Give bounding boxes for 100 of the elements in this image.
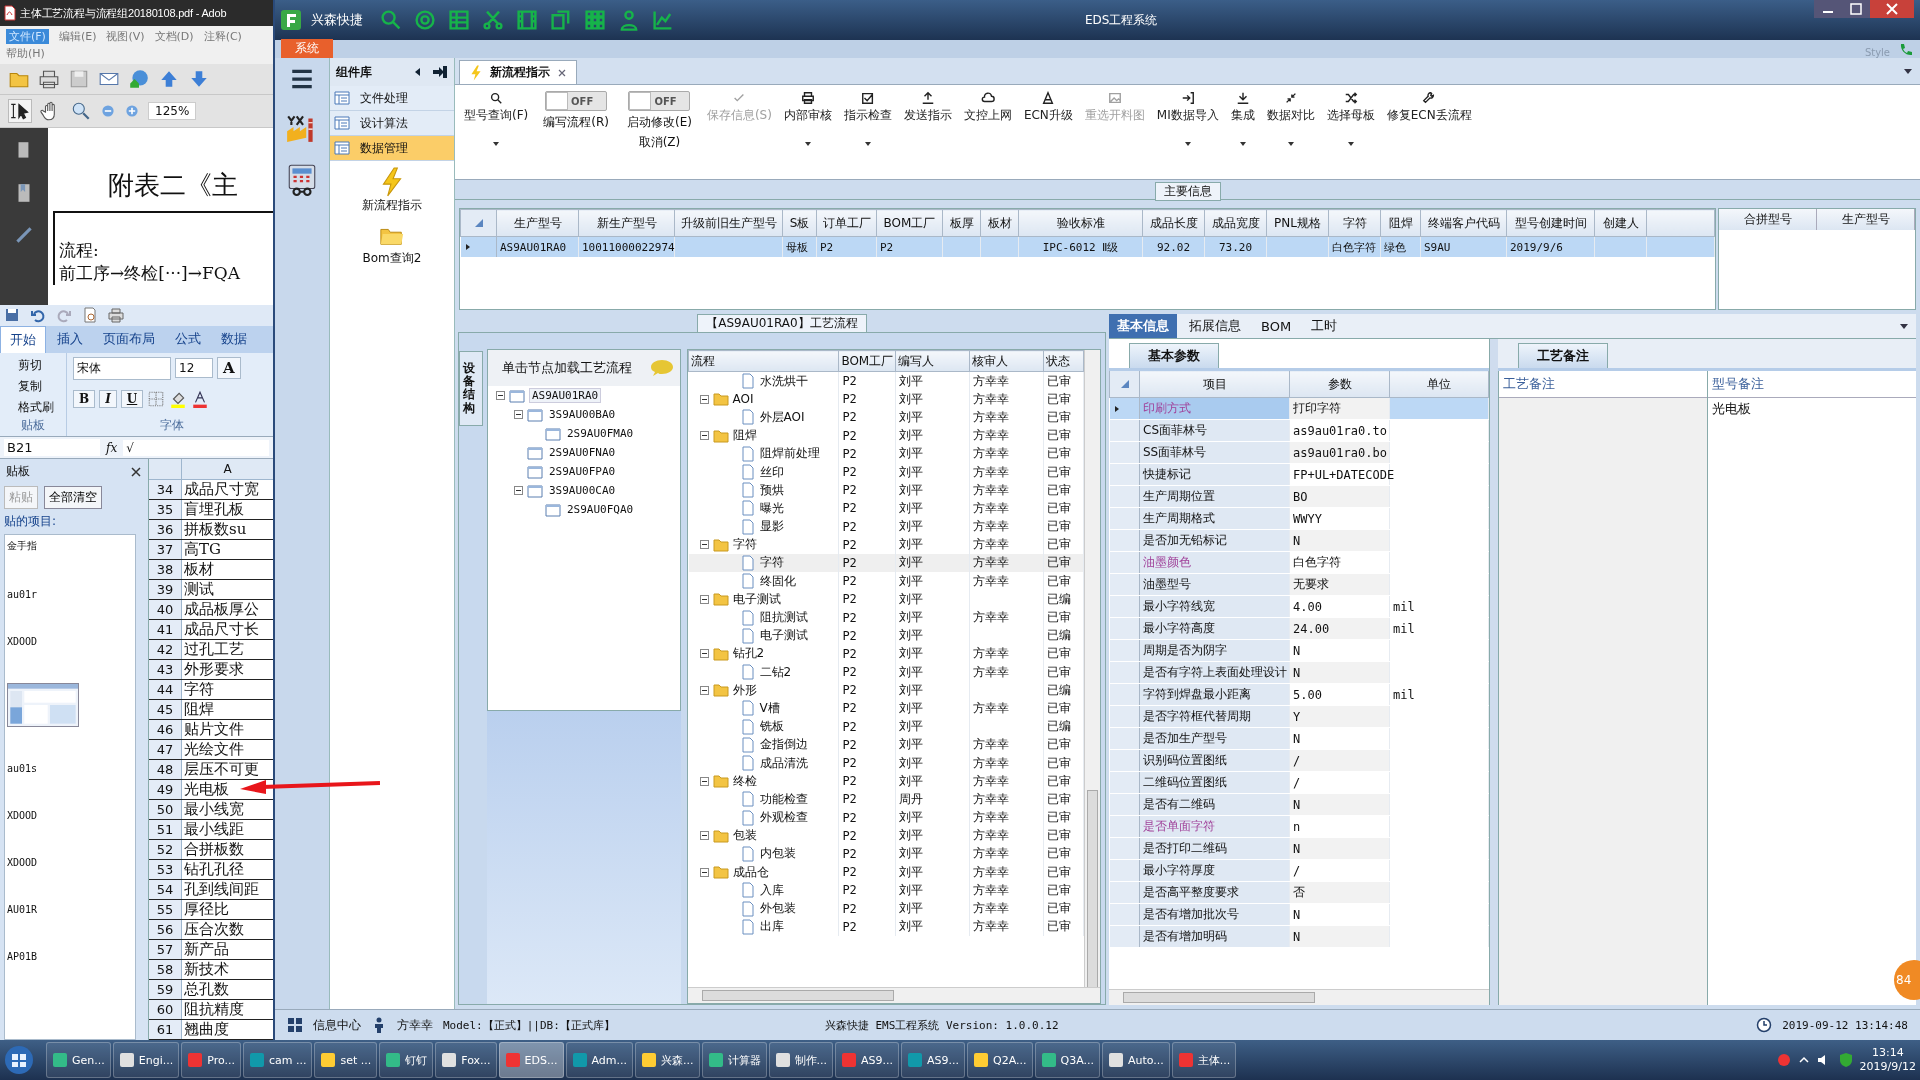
toolbar-button[interactable]: 内部审核 — [780, 91, 835, 148]
column-header[interactable]: 工艺备注 — [1499, 371, 1707, 397]
table-cell[interactable]: 成品尺寸长 — [182, 620, 259, 639]
column-header[interactable]: 新生产型号 — [578, 209, 675, 237]
toolbar-button[interactable]: 型号查询(F) — [461, 91, 532, 148]
taskbar-label[interactable]: Auto... — [1128, 1053, 1164, 1067]
column-header[interactable]: 阻焊 — [1380, 209, 1421, 237]
taskbar-button[interactable]: EDS... — [498, 1042, 564, 1078]
menu-item[interactable]: 文档(D) — [154, 29, 194, 44]
column-header[interactable]: 升级前旧生产型号 — [674, 209, 783, 237]
row-header[interactable]: 57 — [149, 940, 182, 959]
column-header[interactable]: PNL规格 — [1266, 209, 1329, 237]
function-button[interactable]: fx — [106, 440, 118, 455]
process-step[interactable]: 包装 — [732, 827, 757, 845]
tab-label[interactable]: 新流程指示 — [490, 64, 550, 81]
row-header[interactable]: 60 — [149, 1000, 182, 1019]
table-cell[interactable]: 高TG — [182, 540, 221, 559]
process-step[interactable]: 字符 — [759, 554, 784, 572]
taskbar-button[interactable]: 计算器 — [701, 1042, 767, 1078]
toolbar-button[interactable]: 发送指示 — [900, 91, 955, 124]
process-step[interactable]: 出库 — [759, 918, 784, 936]
taskbar-button[interactable]: 钉钉 — [379, 1042, 434, 1078]
toggle-switch[interactable]: OFF — [545, 91, 608, 111]
taskbar-label[interactable]: 计算器 — [727, 1052, 761, 1068]
side-tab[interactable]: 设备结构 — [459, 351, 483, 426]
taskbar-label[interactable]: AS9... — [861, 1053, 894, 1067]
taskbar-button[interactable]: AS9... — [901, 1042, 966, 1078]
process-step[interactable]: 终固化 — [759, 572, 796, 590]
taskbar-label[interactable]: AS9... — [927, 1053, 960, 1067]
process-step[interactable]: 外形 — [732, 681, 757, 699]
row-header[interactable]: 58 — [149, 960, 182, 979]
ribbon-tab[interactable]: 公式 — [166, 326, 210, 353]
table-cell[interactable]: 厚径比 — [182, 900, 229, 919]
clipboard-item[interactable]: AU01R — [7, 904, 133, 915]
column-header[interactable]: 单位 — [1389, 369, 1489, 398]
taskbar-label[interactable]: 兴森... — [661, 1052, 694, 1068]
clock-time[interactable]: 13:14 — [1871, 1045, 1904, 1060]
tool-label[interactable]: 新流程指示 — [362, 197, 422, 214]
process-step[interactable]: 电子测试 — [732, 590, 781, 608]
grow-font-button[interactable]: A — [217, 357, 241, 380]
table-cell[interactable]: 成品尺寸宽 — [182, 480, 259, 499]
close-icon[interactable] — [130, 465, 142, 478]
column-header[interactable]: 型号备注 — [1708, 371, 1916, 397]
taskbar-label[interactable]: 钉钉 — [405, 1052, 428, 1068]
column-header[interactable]: 创建人 — [1594, 209, 1647, 237]
table-cell[interactable]: 新技术 — [182, 960, 229, 979]
tray-icon[interactable] — [1775, 1052, 1792, 1068]
collapse-icon[interactable] — [699, 685, 709, 695]
process-step[interactable]: 字符 — [732, 536, 757, 554]
toolbar-button[interactable]: 取消(Z) — [638, 134, 681, 151]
taskbar-button[interactable]: set ... — [314, 1042, 378, 1078]
table-cell[interactable]: 字符 — [182, 680, 214, 699]
tab[interactable]: 工艺备注 — [1518, 343, 1608, 368]
document-tab[interactable]: 新流程指示 — [459, 60, 577, 84]
process-step[interactable]: 终检 — [732, 772, 757, 790]
table-cell[interactable]: 光绘文件 — [182, 740, 244, 759]
globe-icon[interactable] — [128, 68, 150, 90]
tree-item[interactable]: 2S9AU0FPA0 — [547, 465, 618, 478]
pin-icon[interactable] — [432, 64, 448, 80]
process-step[interactable]: 显影 — [759, 518, 784, 536]
taskbar-label[interactable]: Gen... — [72, 1053, 105, 1067]
row-header[interactable]: 54 — [149, 880, 182, 899]
table-cell[interactable]: 最小线宽 — [182, 800, 244, 819]
process-step[interactable]: 阻焊前处理 — [759, 445, 820, 463]
row-header[interactable]: 42 — [149, 640, 182, 659]
process-step[interactable]: 成品清洗 — [759, 754, 808, 772]
table-cell[interactable]: 压合次数 — [182, 920, 244, 939]
row-header[interactable]: 38 — [149, 560, 182, 579]
row-header[interactable]: 48 — [149, 760, 182, 779]
scrollbar[interactable] — [1084, 350, 1100, 987]
column-header[interactable]: 字符 — [1328, 209, 1381, 237]
tree-item[interactable]: 2S9AU0FQA0 — [565, 503, 636, 516]
process-step[interactable]: 铣板 — [759, 718, 784, 736]
taskbar-button[interactable]: 制作... — [768, 1042, 834, 1078]
column-header[interactable]: 流程 — [688, 350, 839, 372]
column-header[interactable]: 板厚 — [942, 209, 981, 237]
scrollbar[interactable] — [1109, 989, 1489, 1005]
zoom-icon[interactable] — [70, 100, 92, 122]
tree-item[interactable]: 3S9AU00BA0 — [547, 408, 618, 421]
grid-icon[interactable] — [583, 8, 607, 32]
library-group[interactable]: 文件处理 — [330, 86, 454, 111]
taskbar-button[interactable]: Auto... — [1102, 1042, 1170, 1078]
table-cell[interactable]: 层压不可更 — [182, 760, 259, 779]
start-button[interactable] — [4, 1045, 34, 1075]
row-header[interactable]: 53 — [149, 860, 182, 879]
row-header[interactable]: 47 — [149, 740, 182, 759]
library-group[interactable]: 设计算法 — [330, 111, 454, 136]
tree-item[interactable]: 2S9AU0FMA0 — [565, 427, 636, 440]
process-step[interactable]: 内包装 — [759, 845, 796, 863]
ribbon-tab[interactable]: 开始 — [0, 325, 46, 353]
taskbar-label[interactable]: set ... — [340, 1053, 372, 1067]
table-cell[interactable]: 盲埋孔板 — [182, 500, 244, 519]
ribbon-tab[interactable]: 页面布局 — [94, 326, 164, 353]
shield-icon[interactable] — [1837, 1052, 1854, 1068]
table-cell[interactable]: 孔到线间距 — [182, 880, 259, 899]
table-cell[interactable]: 翘曲度 — [182, 1020, 229, 1039]
format-button[interactable]: I — [99, 389, 117, 408]
column-header[interactable]: 编写人 — [895, 350, 970, 372]
undo-icon[interactable] — [30, 307, 46, 324]
library-group[interactable]: 数据管理 — [330, 136, 454, 161]
